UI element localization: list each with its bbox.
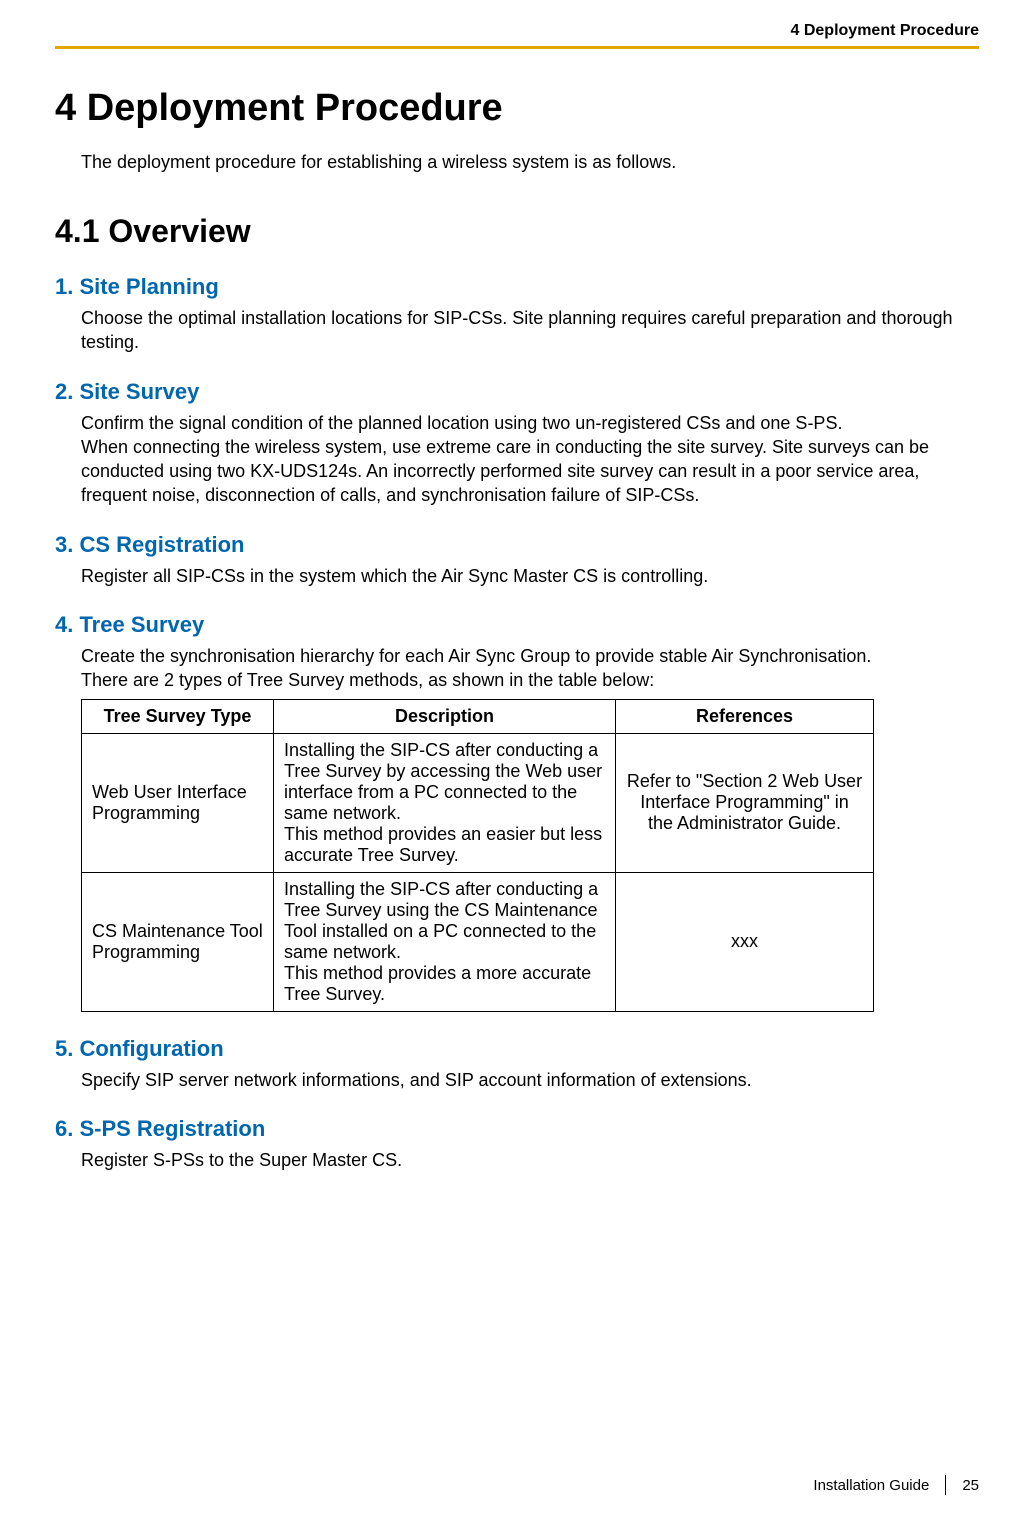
site-survey-line2: When connecting the wireless system, use… xyxy=(81,437,929,506)
td-type: Web User Interface Programming xyxy=(82,733,274,872)
td-ref: Refer to "Section 2 Web User Interface P… xyxy=(616,733,874,872)
footer-page-number: 25 xyxy=(962,1477,979,1494)
sps-registration-body: Register S-PSs to the Super Master CS. xyxy=(81,1148,979,1172)
th-ref: References xyxy=(616,699,874,733)
header-rule xyxy=(55,46,979,49)
overview-heading: 4.1 Overview xyxy=(55,213,979,250)
sps-registration-heading: 6. S-PS Registration xyxy=(55,1116,979,1142)
td-type: CS Maintenance Tool Programming xyxy=(82,872,274,1011)
footer-divider xyxy=(945,1475,946,1495)
th-desc: Description xyxy=(274,699,616,733)
td-desc: Installing the SIP-CS after conducting a… xyxy=(274,733,616,872)
td-ref: xxx xyxy=(616,872,874,1011)
cs-registration-heading: 3. CS Registration xyxy=(55,532,979,558)
td-desc: Installing the SIP-CS after conducting a… xyxy=(274,872,616,1011)
tree-survey-body: Create the synchronisation hierarchy for… xyxy=(81,644,979,693)
footer-guide: Installation Guide xyxy=(813,1477,929,1494)
chapter-heading: 4 Deployment Procedure xyxy=(55,87,979,130)
site-survey-heading: 2. Site Survey xyxy=(55,379,979,405)
tree-survey-heading: 4. Tree Survey xyxy=(55,612,979,638)
chapter-intro: The deployment procedure for establishin… xyxy=(81,152,979,173)
site-survey-body: Confirm the signal condition of the plan… xyxy=(81,411,979,508)
table-row: CS Maintenance Tool Programming Installi… xyxy=(82,872,874,1011)
th-type: Tree Survey Type xyxy=(82,699,274,733)
tree-survey-table: Tree Survey Type Description References … xyxy=(81,699,874,1012)
table-row: Web User Interface Programming Installin… xyxy=(82,733,874,872)
configuration-body: Specify SIP server network informations,… xyxy=(81,1068,979,1092)
site-planning-heading: 1. Site Planning xyxy=(55,274,979,300)
site-planning-body: Choose the optimal installation location… xyxy=(81,306,979,355)
running-header: 4 Deployment Procedure xyxy=(55,0,979,46)
table-header-row: Tree Survey Type Description References xyxy=(82,699,874,733)
tree-survey-line1: Create the synchronisation hierarchy for… xyxy=(81,646,871,666)
page-footer: Installation Guide 25 xyxy=(813,1475,979,1495)
cs-registration-body: Register all SIP-CSs in the system which… xyxy=(81,564,979,588)
site-survey-line1: Confirm the signal condition of the plan… xyxy=(81,413,842,433)
tree-survey-line2: There are 2 types of Tree Survey methods… xyxy=(81,670,654,690)
configuration-heading: 5. Configuration xyxy=(55,1036,979,1062)
